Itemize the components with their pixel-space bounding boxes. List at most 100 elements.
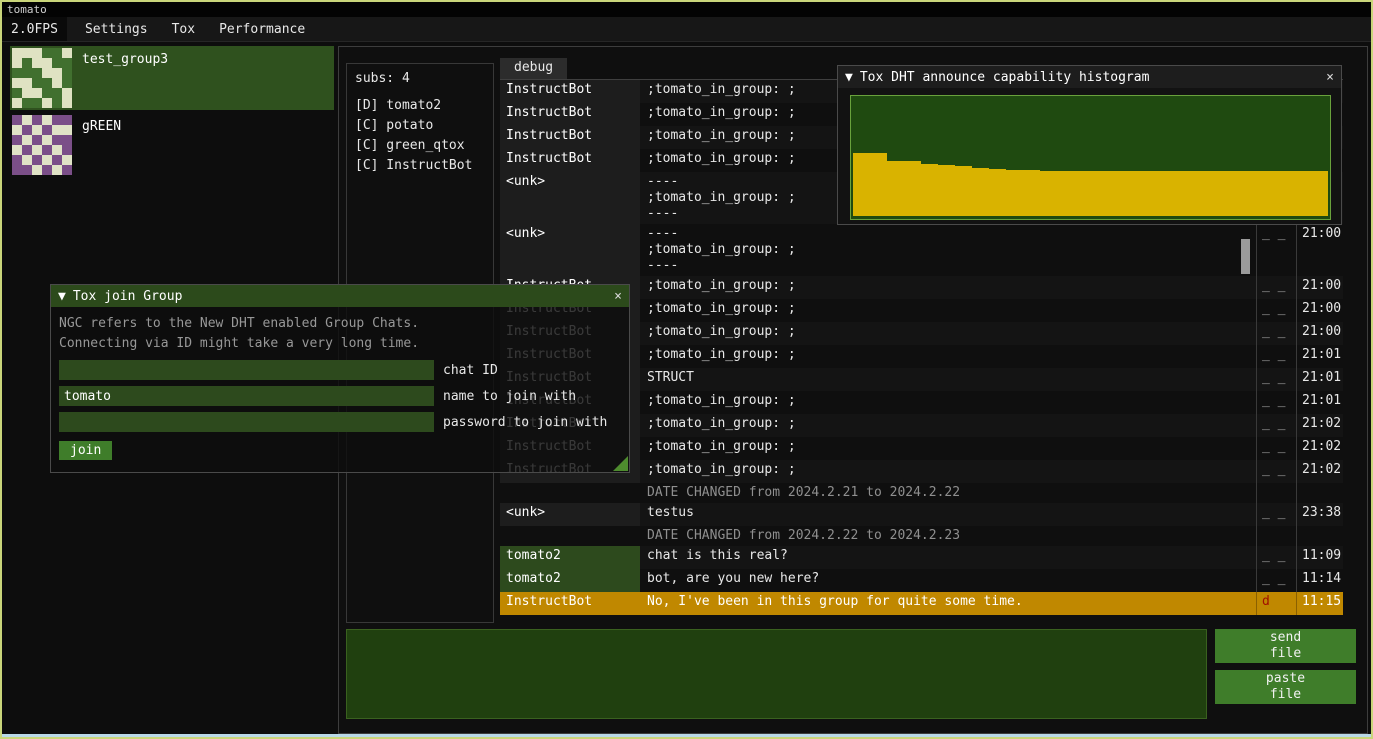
collapse-arrow-icon[interactable]: ▼ [845, 70, 853, 85]
message-flags: _ _ [1256, 391, 1296, 414]
sender-name: InstructBot [500, 103, 640, 126]
message-text: ;tomato_in_group: ; [640, 391, 1256, 414]
message-time: 21:00 [1296, 224, 1343, 276]
message-flags: d [1256, 592, 1296, 615]
message-text: chat is this real? [640, 546, 1256, 569]
join-password-input[interactable] [59, 412, 434, 432]
message-text: No, I've been in this group for quite so… [640, 592, 1256, 615]
message-text: ;tomato_in_group: ; [640, 299, 1256, 322]
chat-id-input[interactable] [59, 360, 434, 380]
message-text: ;tomato_in_group: ; [640, 414, 1256, 437]
join-name-input[interactable] [59, 386, 434, 406]
message-flags [1256, 526, 1296, 546]
histogram-bar [989, 169, 1006, 216]
collapse-arrow-icon[interactable]: ▼ [58, 289, 66, 304]
message-text: ;tomato_in_group: ; [640, 345, 1256, 368]
histogram-bar [870, 153, 887, 216]
group-item-test_group3[interactable]: test_group3 [10, 46, 334, 110]
histogram-bar [1226, 171, 1243, 216]
send-file-button[interactable]: send file [1215, 629, 1356, 663]
join-button[interactable]: join [59, 441, 112, 460]
message-input[interactable] [346, 629, 1207, 719]
histogram-bar [887, 161, 904, 216]
histogram-bar [1294, 171, 1311, 216]
message-flags: _ _ [1256, 460, 1296, 483]
message-text: STRUCT [640, 368, 1256, 391]
message-flags: _ _ [1256, 345, 1296, 368]
dht-histogram-window: ▼ Tox DHT announce capability histogram … [837, 65, 1342, 225]
message-time: 23:38 [1296, 503, 1343, 526]
sender-name: InstructBot [500, 126, 640, 149]
tab-debug[interactable]: debug [500, 58, 567, 79]
group-list: test_group3gREEN [10, 46, 334, 180]
histogram-bar [1040, 171, 1057, 216]
sender-name: <unk> [500, 503, 640, 526]
window-titlebar[interactable]: ▼ Tox DHT announce capability histogram … [838, 66, 1341, 88]
group-item-gREEN[interactable]: gREEN [10, 113, 334, 177]
sender-name [500, 483, 640, 503]
message-flags: _ _ [1256, 503, 1296, 526]
message-time: 21:00 [1296, 276, 1343, 299]
window-title: tomato [7, 3, 47, 16]
message-time: 21:01 [1296, 368, 1343, 391]
chat-id-label: chat ID [443, 363, 498, 378]
sender-name: <unk> [500, 172, 640, 224]
menubar: 2.0FPS Settings Tox Performance [2, 17, 1371, 42]
message-text: ;tomato_in_group: ; [640, 437, 1256, 460]
subs-list-item[interactable]: [C] potato [347, 116, 493, 136]
join-description-line2: Connecting via ID might take a very long… [59, 334, 621, 354]
sender-name: InstructBot [500, 80, 640, 103]
message-time [1296, 526, 1343, 546]
histogram-bar [1192, 171, 1209, 216]
sender-name: InstructBot [500, 149, 640, 172]
chat-row: tomato2bot, are you new here?_ _11:14 [500, 569, 1343, 592]
sender-name [500, 526, 640, 546]
menu-tox[interactable]: Tox [160, 17, 207, 41]
sender-name: InstructBot [500, 592, 640, 615]
close-icon[interactable]: × [1326, 70, 1334, 85]
histogram-bar [1006, 170, 1023, 216]
menu-performance[interactable]: Performance [207, 17, 317, 41]
sender-name: tomato2 [500, 569, 640, 592]
histogram-bar [1209, 171, 1226, 216]
resize-grip[interactable] [613, 456, 628, 471]
histogram-bar [955, 166, 972, 216]
join-group-window: ▼ Tox join Group × NGC refers to the New… [50, 284, 630, 473]
scrollbar-thumb[interactable] [1241, 239, 1250, 274]
message-flags: _ _ [1256, 368, 1296, 391]
message-flags: _ _ [1256, 569, 1296, 592]
histogram-bar [1141, 171, 1158, 216]
message-flags: _ _ [1256, 546, 1296, 569]
message-flags: _ _ [1256, 276, 1296, 299]
histogram-bar [1125, 171, 1142, 216]
histogram-window-title: Tox DHT announce capability histogram [860, 70, 1150, 85]
fps-indicator: 2.0FPS [2, 17, 67, 41]
message-flags: _ _ [1256, 299, 1296, 322]
app-window: tomato 2.0FPS Settings Tox Performance t… [0, 0, 1373, 739]
message-time [1296, 483, 1343, 503]
paste-file-button[interactable]: paste file [1215, 670, 1356, 704]
subs-list-item[interactable]: [D] tomato2 [347, 96, 493, 116]
subs-list-item[interactable]: [C] green_qtox [347, 136, 493, 156]
histogram-bar [1074, 171, 1091, 216]
histogram-bar [1243, 171, 1260, 216]
chat-row: tomato2chat is this real?_ _11:09 [500, 546, 1343, 569]
subs-header: subs: 4 [347, 64, 493, 96]
join-description-line1: NGC refers to the New DHT enabled Group … [59, 314, 621, 334]
message-text: ;tomato_in_group: ; [640, 322, 1256, 345]
chat-row: <unk>---- ;tomato_in_group: ; ----_ _21:… [500, 224, 1343, 276]
window-titlebar[interactable]: ▼ Tox join Group × [51, 285, 629, 307]
message-text: ;tomato_in_group: ; [640, 460, 1256, 483]
window-resize-edge[interactable] [2, 734, 1371, 737]
menu-settings[interactable]: Settings [73, 17, 160, 41]
histogram-bar [1108, 171, 1125, 216]
chat-row: DATE CHANGED from 2024.2.21 to 2024.2.22 [500, 483, 1343, 503]
histogram-bar [1311, 171, 1328, 216]
message-text: ---- ;tomato_in_group: ; ---- [640, 224, 1256, 276]
close-icon[interactable]: × [614, 289, 622, 304]
message-flags: _ _ [1256, 414, 1296, 437]
chat-row: InstructBotNo, I've been in this group f… [500, 592, 1343, 615]
message-time: 21:01 [1296, 391, 1343, 414]
group-avatar [12, 48, 72, 108]
subs-list-item[interactable]: [C] InstructBot [347, 156, 493, 176]
